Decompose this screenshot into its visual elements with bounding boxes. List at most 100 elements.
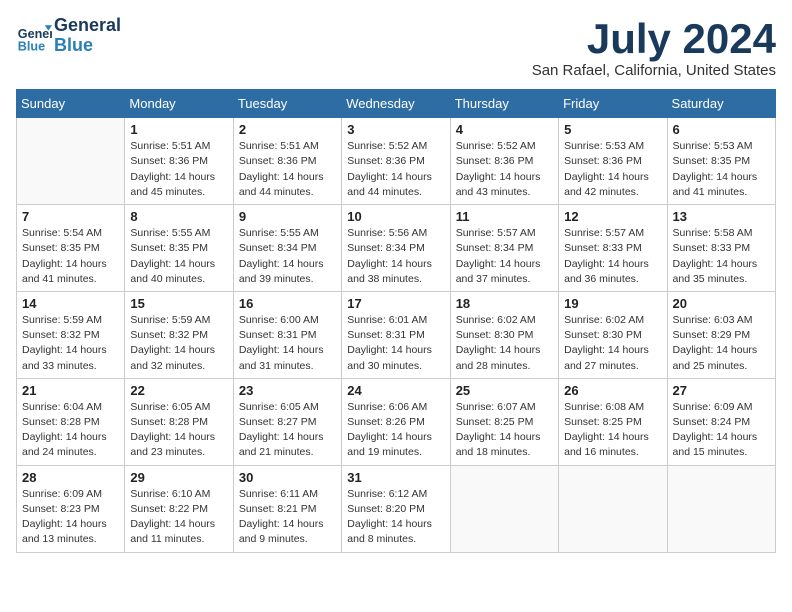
calendar-cell bbox=[450, 465, 558, 552]
day-info: Sunrise: 6:02 AMSunset: 8:30 PMDaylight:… bbox=[456, 313, 553, 374]
day-number: 27 bbox=[673, 383, 770, 398]
day-number: 31 bbox=[347, 470, 444, 485]
calendar-cell: 9 Sunrise: 5:55 AMSunset: 8:34 PMDayligh… bbox=[233, 205, 341, 292]
day-info: Sunrise: 5:59 AMSunset: 8:32 PMDaylight:… bbox=[130, 313, 227, 374]
day-number: 11 bbox=[456, 209, 553, 224]
calendar-cell: 6 Sunrise: 5:53 AMSunset: 8:35 PMDayligh… bbox=[667, 118, 775, 205]
day-info: Sunrise: 5:52 AMSunset: 8:36 PMDaylight:… bbox=[347, 139, 444, 200]
calendar-cell: 21 Sunrise: 6:04 AMSunset: 8:28 PMDaylig… bbox=[17, 378, 125, 465]
calendar-week-4: 28 Sunrise: 6:09 AMSunset: 8:23 PMDaylig… bbox=[17, 465, 776, 552]
calendar-cell: 4 Sunrise: 5:52 AMSunset: 8:36 PMDayligh… bbox=[450, 118, 558, 205]
day-number: 24 bbox=[347, 383, 444, 398]
calendar-cell: 22 Sunrise: 6:05 AMSunset: 8:28 PMDaylig… bbox=[125, 378, 233, 465]
day-info: Sunrise: 5:58 AMSunset: 8:33 PMDaylight:… bbox=[673, 226, 770, 287]
calendar-header-row: SundayMondayTuesdayWednesdayThursdayFrid… bbox=[17, 90, 776, 118]
calendar-week-2: 14 Sunrise: 5:59 AMSunset: 8:32 PMDaylig… bbox=[17, 291, 776, 378]
day-info: Sunrise: 6:09 AMSunset: 8:24 PMDaylight:… bbox=[673, 400, 770, 461]
logo-icon: General Blue bbox=[16, 18, 52, 54]
calendar-cell: 10 Sunrise: 5:56 AMSunset: 8:34 PMDaylig… bbox=[342, 205, 450, 292]
logo-text: General Blue bbox=[54, 16, 121, 56]
day-number: 15 bbox=[130, 296, 227, 311]
day-info: Sunrise: 5:53 AMSunset: 8:35 PMDaylight:… bbox=[673, 139, 770, 200]
day-number: 3 bbox=[347, 122, 444, 137]
logo-general: General bbox=[54, 16, 121, 36]
day-number: 18 bbox=[456, 296, 553, 311]
day-info: Sunrise: 6:04 AMSunset: 8:28 PMDaylight:… bbox=[22, 400, 119, 461]
calendar-cell: 25 Sunrise: 6:07 AMSunset: 8:25 PMDaylig… bbox=[450, 378, 558, 465]
weekday-header-thursday: Thursday bbox=[450, 90, 558, 118]
calendar-cell: 23 Sunrise: 6:05 AMSunset: 8:27 PMDaylig… bbox=[233, 378, 341, 465]
calendar-cell bbox=[667, 465, 775, 552]
logo-blue: Blue bbox=[54, 36, 121, 56]
location-title: San Rafael, California, United States bbox=[532, 62, 776, 79]
day-number: 9 bbox=[239, 209, 336, 224]
calendar-cell: 11 Sunrise: 5:57 AMSunset: 8:34 PMDaylig… bbox=[450, 205, 558, 292]
day-info: Sunrise: 6:03 AMSunset: 8:29 PMDaylight:… bbox=[673, 313, 770, 374]
month-title: July 2024 bbox=[532, 16, 776, 62]
day-info: Sunrise: 5:57 AMSunset: 8:33 PMDaylight:… bbox=[564, 226, 661, 287]
calendar-cell: 20 Sunrise: 6:03 AMSunset: 8:29 PMDaylig… bbox=[667, 291, 775, 378]
day-info: Sunrise: 6:00 AMSunset: 8:31 PMDaylight:… bbox=[239, 313, 336, 374]
calendar-body: 1 Sunrise: 5:51 AMSunset: 8:36 PMDayligh… bbox=[17, 118, 776, 552]
day-number: 16 bbox=[239, 296, 336, 311]
calendar-week-0: 1 Sunrise: 5:51 AMSunset: 8:36 PMDayligh… bbox=[17, 118, 776, 205]
calendar-cell: 3 Sunrise: 5:52 AMSunset: 8:36 PMDayligh… bbox=[342, 118, 450, 205]
calendar-cell: 31 Sunrise: 6:12 AMSunset: 8:20 PMDaylig… bbox=[342, 465, 450, 552]
day-number: 19 bbox=[564, 296, 661, 311]
day-info: Sunrise: 5:51 AMSunset: 8:36 PMDaylight:… bbox=[239, 139, 336, 200]
day-info: Sunrise: 6:12 AMSunset: 8:20 PMDaylight:… bbox=[347, 487, 444, 548]
logo: General Blue General Blue bbox=[16, 16, 121, 56]
title-area: July 2024 San Rafael, California, United… bbox=[532, 16, 776, 79]
day-number: 25 bbox=[456, 383, 553, 398]
day-number: 4 bbox=[456, 122, 553, 137]
calendar-cell: 13 Sunrise: 5:58 AMSunset: 8:33 PMDaylig… bbox=[667, 205, 775, 292]
day-info: Sunrise: 6:01 AMSunset: 8:31 PMDaylight:… bbox=[347, 313, 444, 374]
day-info: Sunrise: 5:53 AMSunset: 8:36 PMDaylight:… bbox=[564, 139, 661, 200]
day-number: 6 bbox=[673, 122, 770, 137]
day-info: Sunrise: 5:54 AMSunset: 8:35 PMDaylight:… bbox=[22, 226, 119, 287]
day-info: Sunrise: 5:57 AMSunset: 8:34 PMDaylight:… bbox=[456, 226, 553, 287]
calendar-cell: 15 Sunrise: 5:59 AMSunset: 8:32 PMDaylig… bbox=[125, 291, 233, 378]
calendar-cell: 27 Sunrise: 6:09 AMSunset: 8:24 PMDaylig… bbox=[667, 378, 775, 465]
day-number: 20 bbox=[673, 296, 770, 311]
calendar-cell: 19 Sunrise: 6:02 AMSunset: 8:30 PMDaylig… bbox=[559, 291, 667, 378]
calendar-cell: 26 Sunrise: 6:08 AMSunset: 8:25 PMDaylig… bbox=[559, 378, 667, 465]
calendar-cell: 17 Sunrise: 6:01 AMSunset: 8:31 PMDaylig… bbox=[342, 291, 450, 378]
day-info: Sunrise: 6:06 AMSunset: 8:26 PMDaylight:… bbox=[347, 400, 444, 461]
weekday-header-friday: Friday bbox=[559, 90, 667, 118]
day-number: 7 bbox=[22, 209, 119, 224]
calendar-cell: 12 Sunrise: 5:57 AMSunset: 8:33 PMDaylig… bbox=[559, 205, 667, 292]
weekday-header-monday: Monday bbox=[125, 90, 233, 118]
day-info: Sunrise: 6:08 AMSunset: 8:25 PMDaylight:… bbox=[564, 400, 661, 461]
day-info: Sunrise: 5:51 AMSunset: 8:36 PMDaylight:… bbox=[130, 139, 227, 200]
calendar-week-1: 7 Sunrise: 5:54 AMSunset: 8:35 PMDayligh… bbox=[17, 205, 776, 292]
day-number: 29 bbox=[130, 470, 227, 485]
day-number: 23 bbox=[239, 383, 336, 398]
day-info: Sunrise: 6:07 AMSunset: 8:25 PMDaylight:… bbox=[456, 400, 553, 461]
calendar-cell bbox=[559, 465, 667, 552]
day-number: 8 bbox=[130, 209, 227, 224]
calendar-cell: 7 Sunrise: 5:54 AMSunset: 8:35 PMDayligh… bbox=[17, 205, 125, 292]
day-number: 26 bbox=[564, 383, 661, 398]
day-info: Sunrise: 6:10 AMSunset: 8:22 PMDaylight:… bbox=[130, 487, 227, 548]
calendar-cell: 5 Sunrise: 5:53 AMSunset: 8:36 PMDayligh… bbox=[559, 118, 667, 205]
calendar-cell: 16 Sunrise: 6:00 AMSunset: 8:31 PMDaylig… bbox=[233, 291, 341, 378]
calendar-cell: 28 Sunrise: 6:09 AMSunset: 8:23 PMDaylig… bbox=[17, 465, 125, 552]
day-info: Sunrise: 6:09 AMSunset: 8:23 PMDaylight:… bbox=[22, 487, 119, 548]
day-info: Sunrise: 6:05 AMSunset: 8:28 PMDaylight:… bbox=[130, 400, 227, 461]
svg-text:Blue: Blue bbox=[18, 39, 45, 53]
day-info: Sunrise: 5:52 AMSunset: 8:36 PMDaylight:… bbox=[456, 139, 553, 200]
calendar-table: SundayMondayTuesdayWednesdayThursdayFrid… bbox=[16, 89, 776, 552]
day-number: 17 bbox=[347, 296, 444, 311]
calendar-cell: 29 Sunrise: 6:10 AMSunset: 8:22 PMDaylig… bbox=[125, 465, 233, 552]
day-info: Sunrise: 5:55 AMSunset: 8:34 PMDaylight:… bbox=[239, 226, 336, 287]
calendar-cell: 14 Sunrise: 5:59 AMSunset: 8:32 PMDaylig… bbox=[17, 291, 125, 378]
day-number: 30 bbox=[239, 470, 336, 485]
weekday-header-tuesday: Tuesday bbox=[233, 90, 341, 118]
calendar-cell: 8 Sunrise: 5:55 AMSunset: 8:35 PMDayligh… bbox=[125, 205, 233, 292]
day-number: 12 bbox=[564, 209, 661, 224]
day-info: Sunrise: 5:56 AMSunset: 8:34 PMDaylight:… bbox=[347, 226, 444, 287]
day-number: 21 bbox=[22, 383, 119, 398]
weekday-header-wednesday: Wednesday bbox=[342, 90, 450, 118]
weekday-header-sunday: Sunday bbox=[17, 90, 125, 118]
